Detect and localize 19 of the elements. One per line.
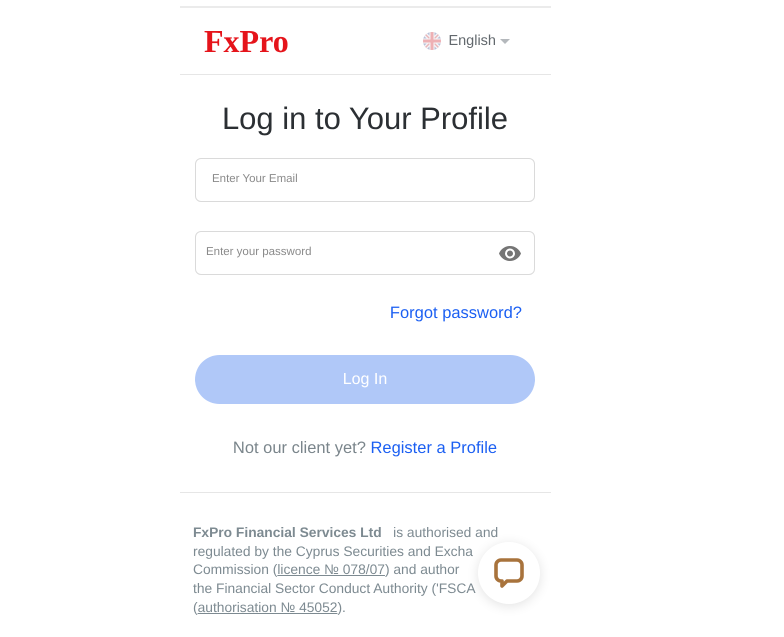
disclaimer-line: regulated by the Cyprus Securities and Excha (193, 542, 473, 561)
fxpro-logo[interactable]: FxPro (204, 24, 289, 58)
register-prompt: Not our client yet? Register a Profile (232, 438, 498, 458)
caret-icon (500, 38, 510, 44)
register-link[interactable]: Register a Profile (370, 439, 498, 457)
email-field[interactable]: Enter Your Email (195, 158, 535, 202)
disclaimer-line: Commission (licence № 078/07) and author (193, 561, 460, 580)
disclaimer-line: the Financial Sector Conduct Authority ('FSCA (193, 580, 476, 598)
flag-icon (423, 32, 442, 50)
disclaimer-line: (authorisation № 45052). (193, 598, 346, 617)
forgot-password-link[interactable]: Forgot password? (390, 303, 522, 323)
page-title: Log in to Your Profile (220, 101, 510, 137)
language-selector[interactable]: English (423, 32, 510, 50)
disclaimer-link[interactable]: licence № 078/07 (277, 562, 385, 578)
disclaimer-line: FxPro Financial Services Ltd is authorised and (193, 524, 498, 542)
password-field[interactable]: Enter your password (195, 231, 535, 275)
speech-bubble-icon (494, 558, 524, 588)
disclaimer-link[interactable]: authorisation № 45052 (198, 600, 338, 615)
eye-icon[interactable] (499, 246, 521, 261)
